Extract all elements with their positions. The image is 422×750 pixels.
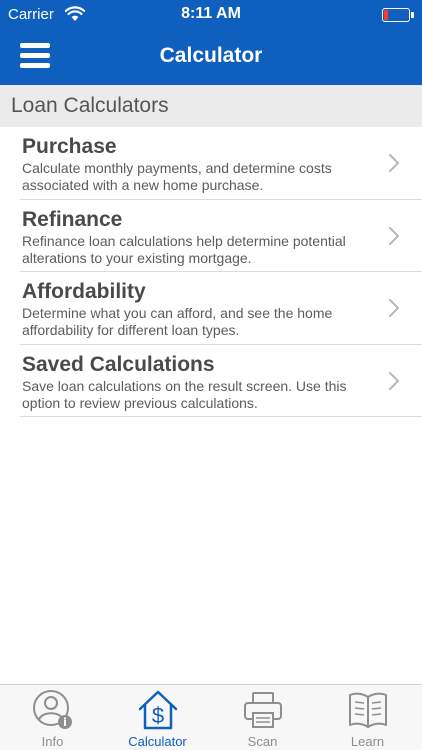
tab-info[interactable]: Info (0, 685, 105, 750)
page-title: Calculator (159, 44, 263, 67)
tab-calculator[interactable]: $ Calculator (105, 685, 210, 750)
status-bar: Carrier 8:11 AM (0, 0, 422, 30)
list-item-affordability[interactable]: Affordability Determine what you can aff… (20, 272, 422, 345)
house-dollar-icon: $ (138, 690, 178, 730)
item-description: Refinance loan calculations help determi… (22, 232, 346, 266)
list-item-refinance[interactable]: Refinance Refinance loan calculations he… (20, 200, 422, 272)
battery-icon (382, 8, 414, 22)
section-header: Loan Calculators (0, 85, 422, 127)
tab-label: Info (41, 734, 64, 749)
tab-bar: Info $ Calculator Scan Learn (0, 684, 422, 750)
open-book-icon (349, 692, 387, 728)
tab-label: Scan (247, 734, 278, 749)
user-info-icon (33, 690, 72, 729)
item-description: Calculate monthly payments, and determin… (22, 160, 332, 193)
chevron-right-icon (389, 371, 399, 390)
item-description: Determine what you can afford, and see t… (22, 305, 333, 338)
item-title: Affordability (22, 280, 146, 303)
list-item-purchase[interactable]: Purchase Calculate monthly payments, and… (20, 127, 422, 200)
item-description: Save loan calculations on the result scr… (22, 377, 347, 411)
item-title: Purchase (22, 135, 117, 158)
clock: 8:11 AM (181, 5, 241, 22)
chevron-right-icon (389, 154, 399, 172)
list-item-saved-calculations[interactable]: Saved Calculations Save loan calculation… (20, 345, 422, 417)
svg-text:$: $ (152, 703, 164, 728)
chevron-right-icon (389, 299, 399, 317)
navigation-bar: Calculator (0, 30, 422, 85)
item-title: Refinance (22, 207, 123, 231)
item-title: Saved Calculations (22, 352, 215, 376)
tab-scan[interactable]: Scan (210, 685, 315, 750)
chevron-right-icon (389, 226, 399, 245)
tab-label: Calculator (128, 734, 187, 749)
tab-label: Learn (350, 734, 385, 749)
tab-learn[interactable]: Learn (315, 685, 420, 750)
printer-icon (244, 692, 282, 728)
calculator-list: Purchase Calculate monthly payments, and… (0, 127, 422, 417)
